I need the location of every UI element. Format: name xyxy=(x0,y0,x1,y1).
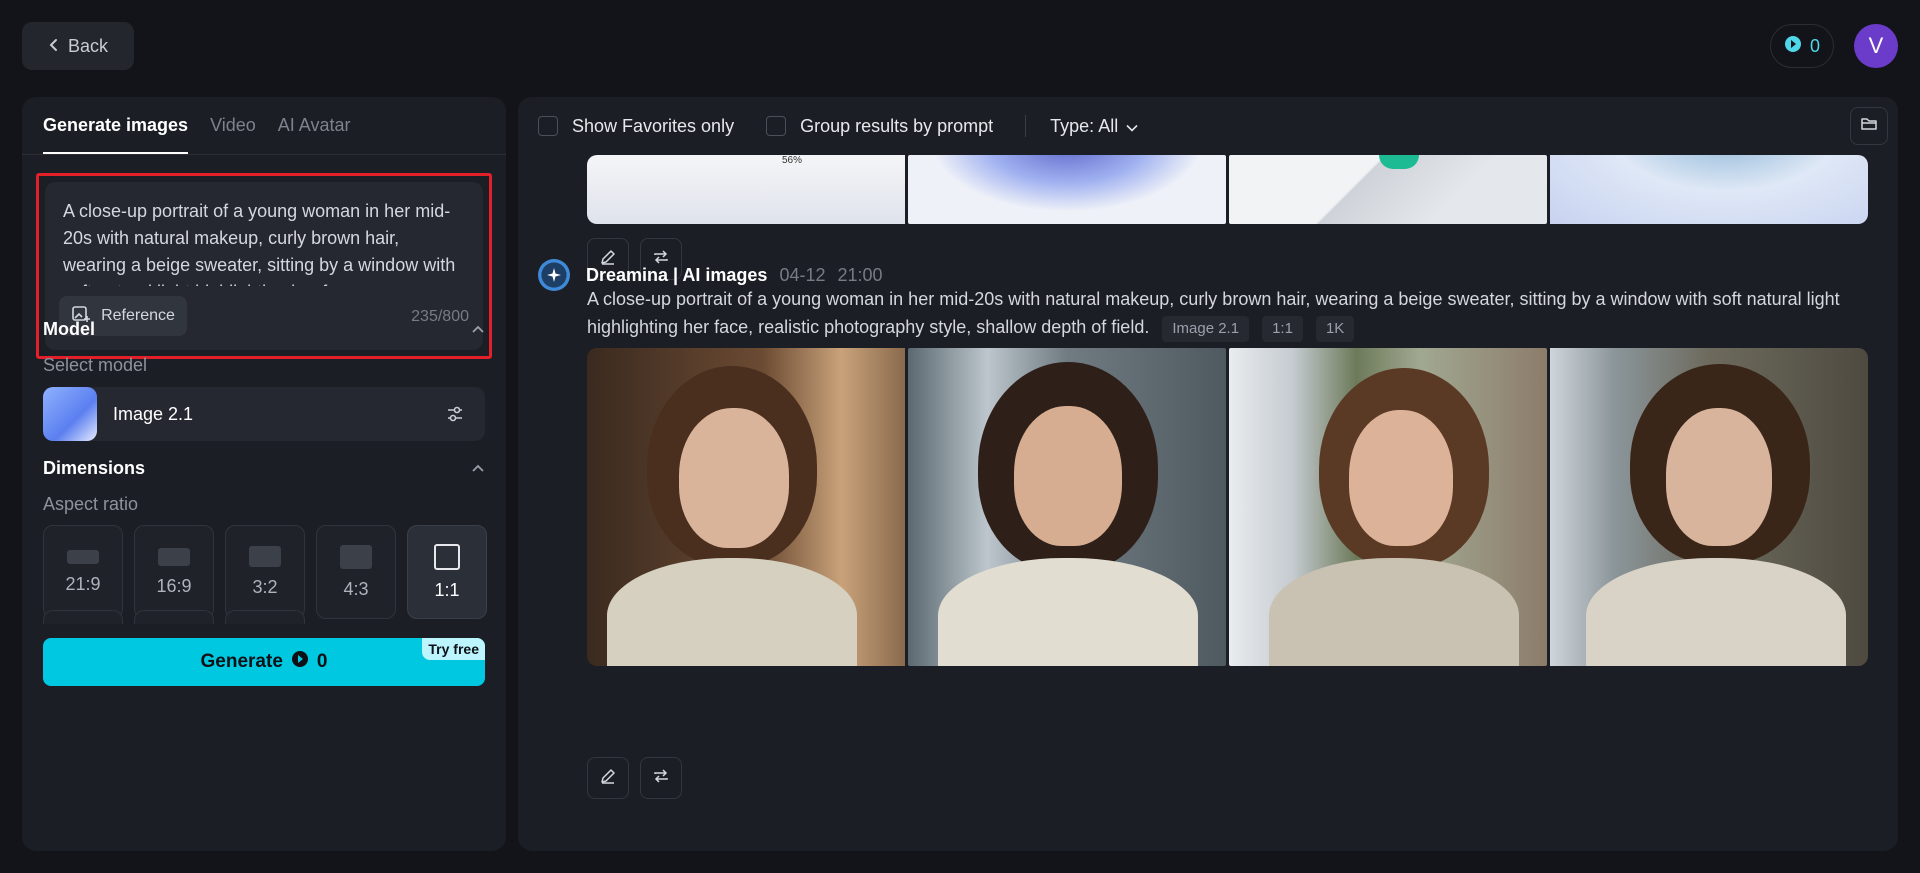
back-label: Back xyxy=(67,35,109,56)
tab-generate-images[interactable]: Generate images xyxy=(43,115,189,154)
model-selector[interactable]: Image 2.1 xyxy=(43,387,485,441)
group-results-label: Group results by prompt xyxy=(800,115,994,136)
prompt-text[interactable]: A close-up portrait of a young woman in … xyxy=(63,198,465,286)
model-title: Model xyxy=(43,319,95,339)
chevron-up-icon xyxy=(471,321,485,339)
generation-panel: Generate images Video AI Avatar A close-… xyxy=(22,97,506,851)
credit-coin-icon xyxy=(1784,35,1802,58)
ratio-option-partial[interactable] xyxy=(225,610,305,624)
result-image[interactable] xyxy=(587,348,905,666)
result-image[interactable]: 56% xyxy=(587,155,905,224)
chevron-left-icon xyxy=(48,36,60,57)
generation-time: 21:00 xyxy=(837,264,883,285)
checkbox-box[interactable] xyxy=(538,116,558,136)
previous-result-images: 56% xyxy=(587,155,1868,224)
image-caption: 56% xyxy=(782,155,803,166)
resolution-tag: 1K xyxy=(1315,316,1355,342)
ratio-label: 3:2 xyxy=(252,577,278,597)
generate-cost: 0 xyxy=(316,651,328,672)
ratio-label: 16:9 xyxy=(156,575,192,596)
checkbox-box[interactable] xyxy=(766,116,787,136)
result-image[interactable] xyxy=(1550,348,1868,666)
aspect-ratio-label: Aspect ratio xyxy=(43,494,139,514)
model-section-header[interactable]: Model xyxy=(43,319,485,340)
credits-badge[interactable]: 0 xyxy=(1770,24,1834,68)
regenerate-button[interactable] xyxy=(640,757,682,799)
aspect-ratio-options: 21:9 16:9 3:2 4:3 1:1 xyxy=(43,525,487,619)
mode-tabs: Generate images Video AI Avatar xyxy=(22,97,506,155)
show-favorites-label: Show Favorites only xyxy=(572,115,735,136)
ratio-shape-icon xyxy=(249,546,281,567)
generation-prompt-block: A close-up portrait of a young woman in … xyxy=(587,285,1877,342)
repeat-icon xyxy=(652,767,670,790)
tab-video[interactable]: Video xyxy=(210,115,256,154)
result-image[interactable] xyxy=(1229,348,1547,666)
ratio-label: 21:9 xyxy=(65,573,101,594)
back-button[interactable]: Back xyxy=(22,22,134,70)
type-filter-label: Type: All xyxy=(1050,115,1119,136)
ratio-shape-icon xyxy=(340,544,372,569)
dreamina-logo-icon xyxy=(538,259,570,291)
user-avatar[interactable]: V xyxy=(1854,24,1898,68)
results-panel: Show Favorites only Group results by pro… xyxy=(518,97,1898,851)
folder-icon xyxy=(1860,116,1878,137)
result-actions xyxy=(587,757,682,799)
model-name: Image 2.1 xyxy=(113,403,194,424)
ratio-option-partial[interactable] xyxy=(134,610,214,624)
result-image[interactable] xyxy=(908,155,1226,224)
settings-sliders-icon[interactable] xyxy=(425,404,485,424)
folder-button[interactable] xyxy=(1850,107,1888,145)
ratio-shape-icon xyxy=(434,543,460,570)
ratio-option-16-9[interactable]: 16:9 xyxy=(134,525,214,619)
generation-date: 04-12 xyxy=(779,264,826,285)
model-tag: Image 2.1 xyxy=(1162,316,1250,342)
ratio-label: 1:1 xyxy=(434,579,460,600)
dimensions-title: Dimensions xyxy=(43,458,146,478)
results-toolbar: Show Favorites only Group results by pro… xyxy=(518,97,1898,155)
ratio-option-1-1[interactable]: 1:1 xyxy=(407,525,487,619)
type-filter-dropdown[interactable]: Type: All xyxy=(1050,116,1138,137)
select-model-label: Select model xyxy=(43,355,148,375)
result-image[interactable] xyxy=(908,348,1226,666)
chevron-up-icon xyxy=(471,460,485,478)
ratio-shape-icon xyxy=(158,547,190,566)
result-images xyxy=(587,348,1868,666)
group-results-checkbox[interactable]: Group results by prompt xyxy=(766,116,993,137)
result-image[interactable] xyxy=(1229,155,1547,224)
generate-label: Generate xyxy=(200,651,283,672)
ratio-label: 4:3 xyxy=(343,578,369,599)
edit-button[interactable] xyxy=(587,757,629,799)
result-image[interactable] xyxy=(1550,155,1868,224)
credit-coin-icon xyxy=(291,650,309,674)
ratio-option-4-3[interactable]: 4:3 xyxy=(316,525,396,619)
credits-count: 0 xyxy=(1809,35,1820,56)
ratio-option-3-2[interactable]: 3:2 xyxy=(225,525,305,619)
ratio-tag: 1:1 xyxy=(1262,316,1303,342)
aspect-ratio-options-row2 xyxy=(43,610,305,624)
generate-button[interactable]: Generate 0 Try free xyxy=(43,638,485,686)
ratio-option-partial[interactable] xyxy=(43,610,123,624)
show-favorites-checkbox[interactable]: Show Favorites only xyxy=(538,116,734,137)
pencil-icon xyxy=(599,767,617,790)
model-thumbnail xyxy=(43,387,97,441)
generation-source: Dreamina | AI images xyxy=(586,264,768,285)
chevron-down-icon xyxy=(1126,116,1138,137)
dimensions-section-header[interactable]: Dimensions xyxy=(43,458,485,479)
tab-ai-avatar[interactable]: AI Avatar xyxy=(278,115,351,154)
toolbar-divider xyxy=(1025,115,1027,137)
ratio-shape-icon xyxy=(67,549,99,564)
try-free-badge: Try free xyxy=(422,638,485,660)
ratio-option-21-9[interactable]: 21:9 xyxy=(43,525,123,619)
